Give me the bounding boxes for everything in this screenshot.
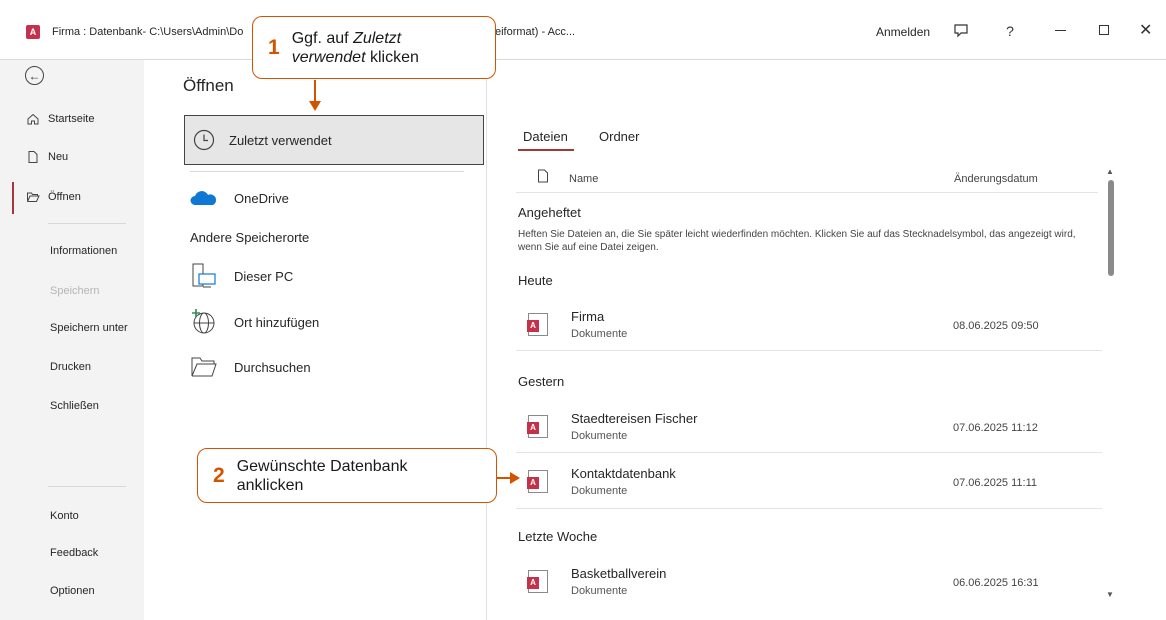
sidebar-divider: [48, 486, 126, 487]
other-locations-heading: Andere Speicherorte: [190, 230, 310, 245]
group-letzte-woche: Letzte Woche: [518, 529, 598, 544]
browse-location[interactable]: Durchsuchen: [190, 355, 311, 379]
sidebar-item-label: Startseite: [48, 113, 95, 125]
minimize-button[interactable]: [1055, 30, 1066, 31]
row-divider: [516, 452, 1102, 453]
file-name: Basketballverein: [571, 566, 667, 581]
add-place-location[interactable]: Ort hinzufügen: [190, 308, 319, 336]
backstage-sidebar: ← Startseite Neu Öffnen Informationen Sp…: [0, 60, 144, 620]
sidebar-divider: [48, 223, 126, 224]
scrollbar-thumb[interactable]: [1108, 180, 1114, 276]
file-date: 07.06.2025 11:12: [953, 422, 1038, 434]
window-title-right: eiformat) - Acc...: [495, 26, 576, 38]
scroll-down-arrow-icon[interactable]: ▼: [1106, 590, 1114, 599]
folder-icon: [191, 357, 217, 377]
callout-text: Gewünschte Datenbank anklicken: [236, 457, 408, 494]
sidebar-item-speichern-unter[interactable]: Speichern unter: [50, 322, 128, 334]
group-gestern: Gestern: [518, 374, 565, 389]
sidebar-item-informationen[interactable]: Informationen: [50, 245, 117, 257]
folder-open-icon: [27, 192, 40, 202]
group-pinned: Angeheftet: [518, 205, 581, 220]
callout-number: 2: [213, 463, 225, 487]
add-place-label: Ort hinzufügen: [234, 314, 320, 330]
new-document-icon: [28, 151, 38, 163]
home-icon: [27, 113, 39, 125]
scroll-up-arrow-icon[interactable]: ▲: [1106, 167, 1114, 176]
tab-ordner[interactable]: Ordner: [599, 129, 639, 144]
file-location: Dokumente: [571, 485, 628, 497]
browse-label: Durchsuchen: [234, 359, 311, 375]
group-heute: Heute: [518, 273, 553, 288]
arrowhead-right-icon: [510, 472, 520, 484]
location-divider: [190, 171, 464, 172]
file-date: 08.06.2025 09:50: [953, 320, 1039, 332]
maximize-button[interactable]: [1099, 25, 1109, 35]
access-file-icon: A: [527, 415, 548, 438]
sidebar-item-oeffnen[interactable]: Öffnen: [26, 190, 81, 204]
arrowhead-down-icon: [309, 101, 321, 111]
active-tab-indicator: [518, 149, 574, 151]
file-location: Dokumente: [571, 585, 628, 597]
file-name: Firma: [571, 309, 605, 324]
sign-in-link[interactable]: Anmelden: [876, 25, 930, 39]
pinned-note: Heften Sie Dateien an, die Sie später le…: [518, 229, 1076, 253]
onedrive-label: OneDrive: [234, 190, 289, 206]
tab-dateien[interactable]: Dateien: [523, 129, 568, 144]
panel-divider: [486, 60, 487, 620]
this-pc-label: Dieser PC: [234, 268, 294, 284]
file-row-kontaktdatenbank[interactable]: A Kontaktdatenbank Dokumente 07.06.2025 …: [527, 466, 1098, 506]
sidebar-item-label: Neu: [48, 151, 69, 163]
file-column-icon: [537, 169, 549, 188]
help-button[interactable]: ?: [997, 20, 1023, 42]
file-name: Staedtereisen Fischer: [571, 411, 698, 426]
title-bar: A Firma : Datenbank- C:\Users\Admin\Do e…: [0, 0, 1166, 60]
back-arrow-icon[interactable]: ←: [25, 66, 44, 85]
add-globe-icon: [192, 309, 215, 334]
clock-icon: [193, 129, 215, 151]
column-header-date[interactable]: Änderungsdatum: [954, 173, 1038, 185]
column-header-name[interactable]: Name: [569, 173, 598, 185]
sidebar-item-label: Öffnen: [48, 191, 81, 203]
page-title: Öffnen: [183, 76, 234, 95]
sidebar-item-speichern: Speichern: [50, 285, 100, 297]
access-file-icon: A: [527, 470, 548, 493]
access-file-icon: A: [527, 313, 548, 336]
file-row-basketballverein[interactable]: A Basketballverein Dokumente 06.06.2025 …: [527, 566, 1098, 606]
recent-label: Zuletzt verwendet: [229, 132, 332, 148]
sidebar-item-neu[interactable]: Neu: [26, 150, 68, 164]
sidebar-item-startseite[interactable]: Startseite: [26, 112, 94, 126]
feedback-icon[interactable]: [948, 20, 974, 42]
onedrive-cloud-icon: [190, 191, 217, 205]
callout-2: 2 Gewünschte Datenbank anklicken: [197, 448, 497, 503]
callout-1: 1 Ggf. auf Zuletzt verwendet klicken: [252, 16, 496, 79]
callout-2-arrow: [497, 477, 511, 479]
this-pc-location[interactable]: Dieser PC: [190, 262, 293, 290]
active-indicator: [12, 182, 14, 214]
access-file-icon: A: [527, 570, 548, 593]
recent-location-button[interactable]: Zuletzt verwendet: [184, 115, 484, 165]
sidebar-item-konto[interactable]: Konto: [50, 510, 79, 522]
callout-text: Ggf. auf Zuletzt verwendet klicken: [291, 29, 419, 66]
window-title-left: Firma : Datenbank- C:\Users\Admin\Do: [52, 26, 244, 38]
row-divider: [516, 508, 1102, 509]
file-location: Dokumente: [571, 328, 628, 340]
file-date: 07.06.2025 11:11: [953, 477, 1038, 489]
onedrive-location[interactable]: OneDrive: [190, 188, 289, 208]
file-row-staedtereisen[interactable]: A Staedtereisen Fischer Dokumente 07.06.…: [527, 411, 1098, 451]
header-divider: [516, 192, 1098, 193]
sidebar-item-optionen[interactable]: Optionen: [50, 585, 95, 597]
callout-number: 1: [268, 35, 280, 59]
sidebar-item-drucken[interactable]: Drucken: [50, 361, 91, 373]
computer-icon: [192, 263, 216, 288]
sidebar-item-feedback[interactable]: Feedback: [50, 547, 98, 559]
row-divider: [516, 350, 1102, 351]
file-date: 06.06.2025 16:31: [953, 577, 1039, 589]
file-name: Kontaktdatenbank: [571, 466, 676, 481]
file-location: Dokumente: [571, 430, 628, 442]
close-button[interactable]: ✕: [1139, 20, 1152, 40]
sidebar-item-schliessen[interactable]: Schließen: [50, 400, 99, 412]
file-row-firma[interactable]: A Firma Dokumente 08.06.2025 09:50: [527, 309, 1098, 349]
access-logo-icon: A: [26, 25, 40, 39]
